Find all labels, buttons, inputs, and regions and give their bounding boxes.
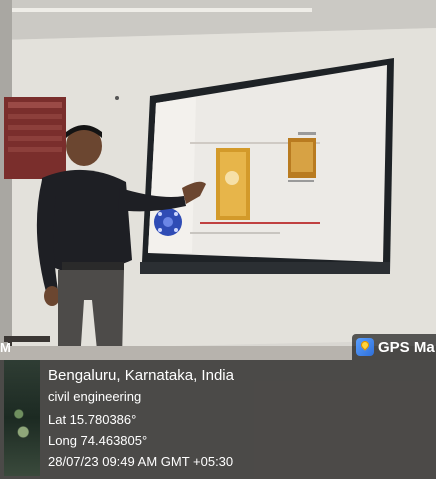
gps-text-block: Bengaluru, Karnataka, India civil engine… bbox=[48, 366, 234, 472]
gps-longitude: Long 74.463805° bbox=[48, 433, 148, 448]
map-thumbnail bbox=[4, 360, 40, 476]
gps-latitude: Lat 15.780386° bbox=[48, 412, 137, 427]
gps-note: civil engineering bbox=[48, 389, 142, 404]
gps-app-label: GPS Ma bbox=[378, 338, 435, 356]
gps-timestamp: 28/07/23 09:49 AM GMT +05:30 bbox=[48, 454, 234, 469]
gps-app-badge: GPS Ma bbox=[352, 334, 436, 360]
map-pin-icon bbox=[356, 338, 374, 356]
gps-address: Bengaluru, Karnataka, India bbox=[48, 367, 234, 384]
gps-edge-letter: M bbox=[0, 340, 11, 355]
